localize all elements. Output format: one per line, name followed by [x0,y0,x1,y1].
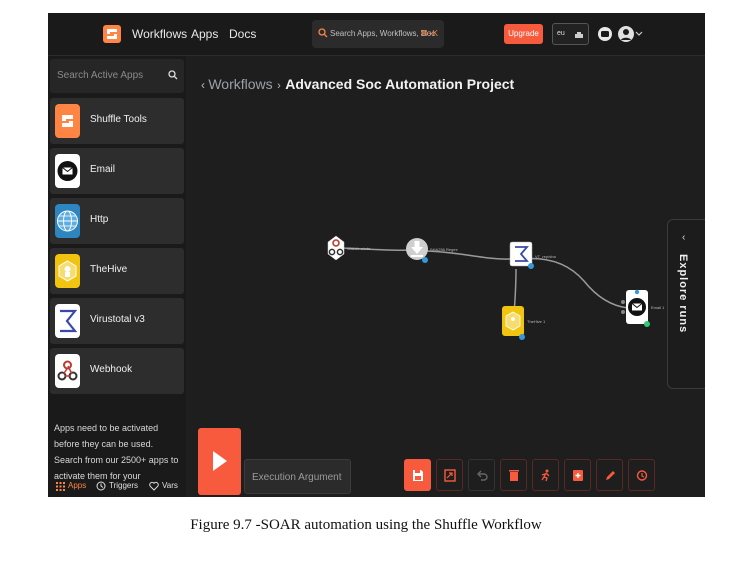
nav-docs[interactable]: Docs [229,27,256,41]
global-search-input[interactable]: Search Apps, Workflows, Doc ⌘+K [312,20,444,48]
shuffle-screenshot: Workflows Apps Docs Search Apps, Workflo… [48,13,705,497]
edit-icon [606,471,615,480]
node-status-dot [519,334,525,340]
explore-runs-panel[interactable]: ‹ Explore runs [667,219,705,389]
app-name: Email [90,164,116,175]
history-button[interactable] [628,459,655,491]
tab-vars[interactable]: Vars [162,481,178,490]
app-card-thehive[interactable]: TheHive [50,248,184,294]
undo-icon [477,470,488,481]
node-label-vt: VT_rep/sha [535,254,556,259]
sidebar-tab-bar: Apps Triggers Vars [48,479,186,497]
figure-caption: Figure 9.7 -SOAR automation using the Sh… [190,517,542,533]
search-shortcut: ⌘+K [420,29,439,38]
app-card-webhook[interactable]: Webhook [50,348,184,394]
app-card-http[interactable]: Http [50,198,184,244]
org-selector[interactable]: eu [552,23,589,45]
shuffle-logo-icon[interactable] [103,25,121,43]
save-icon [413,470,423,481]
delete-button[interactable] [500,459,527,491]
node-wazuh-alerts[interactable] [327,235,345,261]
virustotal-icon [55,304,80,338]
active-apps-search-placeholder: Search Active Apps [57,70,144,81]
app-card-shuffle-tools[interactable]: Shuffle Tools [50,98,184,144]
tab-apps[interactable]: Apps [68,481,86,490]
shuffle-tools-icon [55,104,80,138]
chat-icon[interactable] [597,26,613,42]
workflow-edge [425,250,511,260]
app-name: TheHive [90,264,128,275]
node-vt-rep-sha[interactable] [509,241,534,269]
add-icon [573,470,583,481]
apps-sidebar: Search Active Apps Shuffle Tools Email H… [48,56,186,497]
node-label-sha256: SHA256 Regex [430,247,458,252]
chevron-left-icon: ‹ [682,232,686,243]
app-name: Webhook [90,364,133,375]
email-icon [55,154,80,188]
app-name: Shuffle Tools [90,114,147,125]
apps-grid-icon [56,482,65,491]
node-status-dot [528,263,534,269]
workflow-canvas[interactable] [186,56,705,416]
node-label-thehive: TheHive 1 [527,319,546,324]
node-sha256-regex[interactable] [406,238,428,263]
search-icon [318,28,328,38]
run-icon [213,451,227,471]
nav-apps[interactable]: Apps [191,27,218,41]
http-globe-icon [55,204,80,238]
account-icon[interactable] [617,25,635,43]
explore-runs-label: Explore runs [677,254,689,334]
execution-argument-placeholder: Execution Argument [252,472,342,483]
node-status-dot [644,321,650,327]
tab-triggers[interactable]: Triggers [109,481,138,490]
node-label-wazuh: Wazuh-alerts [347,246,371,251]
nav-workflows[interactable]: Workflows [132,27,187,41]
undo-button[interactable] [468,459,495,491]
run-workflow-button[interactable] [198,428,241,495]
app-name: Http [90,214,109,225]
app-card-virustotal[interactable]: Virustotal v3 [50,298,184,344]
fullscreen-button[interactable] [436,459,463,491]
triggers-clock-icon [96,481,106,491]
fullscreen-icon [444,469,456,482]
webhook-icon [55,354,80,388]
history-icon [636,470,648,481]
activation-note: Apps need to be activated before they ca… [54,423,179,481]
app-card-email[interactable]: Email [50,148,184,194]
upgrade-button[interactable]: Upgrade [504,24,543,44]
delete-icon [509,470,519,481]
app-name: Virustotal v3 [90,314,145,325]
execution-argument-input[interactable]: Execution Argument [244,459,351,494]
org-icon [575,32,583,38]
search-icon [168,70,178,80]
test-run-button[interactable] [532,459,559,491]
chevron-down-icon[interactable] [635,31,643,37]
runner-icon [541,469,550,482]
node-email-1[interactable] [621,289,650,327]
org-label: eu [557,30,565,37]
vars-heart-icon [149,481,159,491]
edit-button[interactable] [596,459,623,491]
workflow-edge [520,257,629,309]
save-button[interactable] [404,459,431,491]
active-apps-search-input[interactable]: Search Active Apps [50,59,184,93]
node-thehive-1[interactable] [502,306,525,340]
workflow-editor: ‹ Workflows › Advanced Soc Automation Pr… [186,56,705,497]
node-label-email: Email 1 [651,305,665,310]
node-status-dot [422,257,428,263]
top-navigation-bar: Workflows Apps Docs Search Apps, Workflo… [48,13,705,56]
thehive-icon [55,254,80,288]
add-button[interactable] [564,459,591,491]
